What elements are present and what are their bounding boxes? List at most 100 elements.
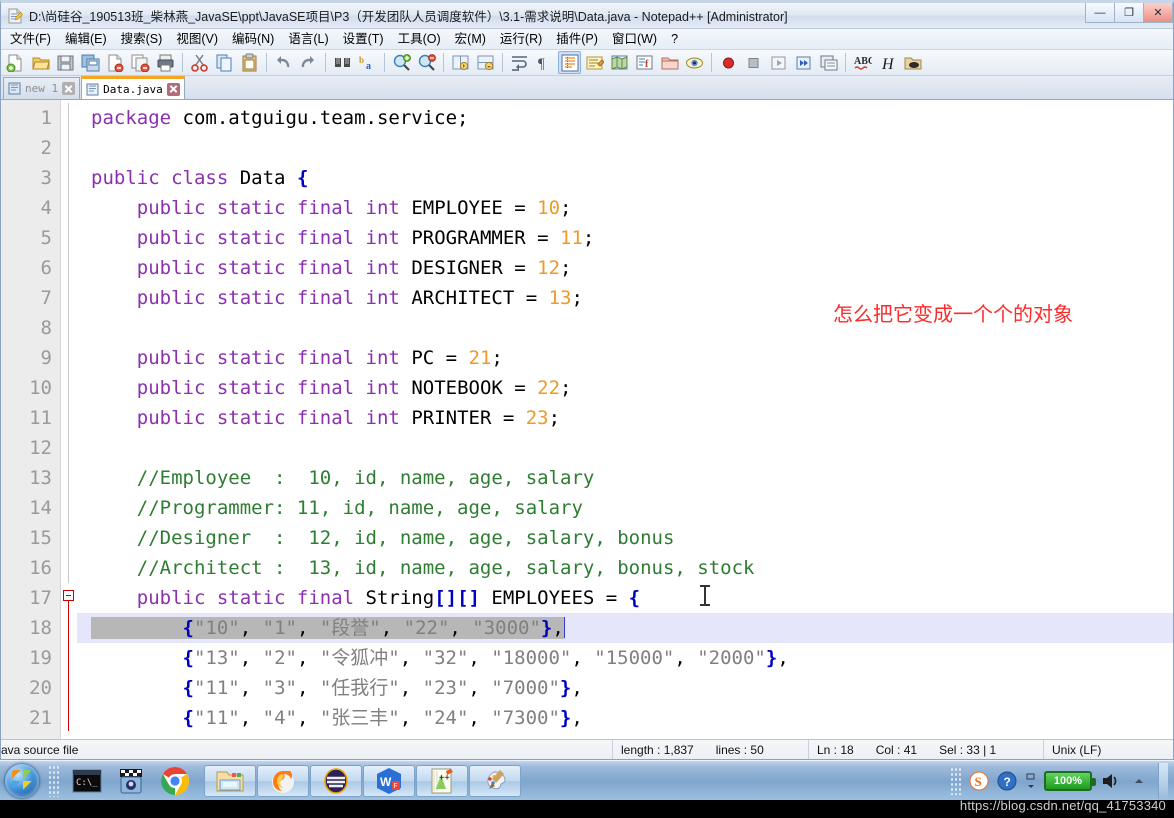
- tab-close-icon[interactable]: [62, 82, 76, 95]
- taskbar-item-file-explorer[interactable]: [204, 764, 256, 797]
- code-line[interactable]: {"11", "3", "任我行", "23", "7000"},: [77, 673, 1173, 703]
- taskbar-item-eclipse[interactable]: [310, 764, 362, 797]
- code-line[interactable]: public static final int ARCHITECT = 13;: [77, 283, 1173, 313]
- code-line[interactable]: public static final int PRINTER = 23;: [77, 403, 1173, 433]
- spell-check-icon[interactable]: ABC: [851, 51, 874, 74]
- tab-close-icon[interactable]: [166, 82, 180, 96]
- menu-edit[interactable]: 编辑(E): [58, 30, 114, 49]
- expand-tray-icon[interactable]: [1024, 765, 1038, 797]
- code-line[interactable]: [77, 133, 1173, 163]
- tray-grip[interactable]: [950, 766, 962, 795]
- run-icon[interactable]: [901, 51, 924, 74]
- print-icon[interactable]: [154, 51, 177, 74]
- sync-vertical-icon[interactable]: [449, 51, 472, 74]
- maximize-button[interactable]: ❐: [1114, 3, 1144, 23]
- user-language-icon[interactable]: [583, 51, 606, 74]
- sync-horizontal-icon[interactable]: [474, 51, 497, 74]
- code-content[interactable]: 怎么把它变成一个个的对象 package com.atguigu.team.se…: [77, 100, 1173, 739]
- undo-icon[interactable]: [272, 51, 295, 74]
- show-all-chars-icon[interactable]: ¶: [533, 51, 556, 74]
- battery-icon[interactable]: 100%: [1044, 770, 1096, 791]
- doc-map-icon[interactable]: [608, 51, 631, 74]
- sogou-ime-icon[interactable]: S: [968, 765, 990, 797]
- taskbar-item-notepad-plus-plus[interactable]: ++: [416, 764, 468, 797]
- copy-icon[interactable]: [213, 51, 236, 74]
- command-prompt-icon[interactable]: C:\_: [70, 765, 104, 797]
- open-folder-icon[interactable]: [29, 51, 52, 74]
- menu-tools[interactable]: 工具(O): [391, 30, 448, 49]
- hex-editor-icon[interactable]: H: [876, 51, 899, 74]
- fold-margin[interactable]: [61, 100, 77, 739]
- zoom-out-icon[interactable]: [415, 51, 438, 74]
- save-all-icon[interactable]: [79, 51, 102, 74]
- taskbar-item-paint[interactable]: [469, 764, 521, 797]
- code-line[interactable]: [77, 313, 1173, 343]
- menu-language[interactable]: 语言(L): [281, 30, 335, 49]
- taskbar-item-wps-office[interactable]: W F: [363, 764, 415, 797]
- media-player-icon[interactable]: [114, 765, 148, 797]
- toolbar-separator: [845, 53, 846, 72]
- editor-area[interactable]: 1 2 3 4 5 6 7 8 9 10 11 12 13 14 15 16 17 18 19 20 21 怎么把它变成…: [1, 100, 1173, 739]
- code-line[interactable]: {"10", "1", "段誉", "22", "3000"},: [77, 613, 1173, 643]
- speaker-icon[interactable]: [1098, 765, 1124, 797]
- code-line[interactable]: [77, 433, 1173, 463]
- tab-data-java[interactable]: Data.java: [81, 76, 185, 99]
- replace-icon[interactable]: ba: [356, 51, 379, 74]
- find-icon[interactable]: [331, 51, 354, 74]
- code-line[interactable]: public static final int DESIGNER = 12;: [77, 253, 1173, 283]
- indent-guide-icon[interactable]: [558, 51, 581, 74]
- paste-icon[interactable]: [238, 51, 261, 74]
- menu-view[interactable]: 视图(V): [169, 30, 225, 49]
- close-button[interactable]: ✕: [1143, 3, 1173, 23]
- fast-playback-icon[interactable]: [792, 51, 815, 74]
- code-line[interactable]: //Designer : 12, id, name, age, salary, …: [77, 523, 1173, 553]
- code-line[interactable]: {"11", "4", "张三丰", "24", "7300"},: [77, 703, 1173, 733]
- code-line[interactable]: //Architect : 13, id, name, age, salary,…: [77, 553, 1173, 583]
- new-file-icon[interactable]: [4, 51, 27, 74]
- folder-workspace-icon[interactable]: [658, 51, 681, 74]
- play-macro-icon[interactable]: [767, 51, 790, 74]
- code-line[interactable]: //Employee : 10, id, name, age, salary: [77, 463, 1173, 493]
- show-desktop-button[interactable]: [1158, 762, 1168, 799]
- cut-icon[interactable]: [188, 51, 211, 74]
- start-button[interactable]: [0, 762, 44, 800]
- taskbar-item-firefox[interactable]: [257, 764, 309, 797]
- code-line[interactable]: public static final int PROGRAMMER = 11;: [77, 223, 1173, 253]
- show-hidden-icons-icon[interactable]: [1130, 765, 1148, 797]
- menu-settings[interactable]: 设置(T): [336, 30, 391, 49]
- save-icon[interactable]: [54, 51, 77, 74]
- code-line[interactable]: public static final int NOTEBOOK = 22;: [77, 373, 1173, 403]
- record-macro-icon[interactable]: [717, 51, 740, 74]
- function-list-icon[interactable]: f: [633, 51, 656, 74]
- menu-run[interactable]: 运行(R): [493, 30, 549, 49]
- monitor-icon[interactable]: [683, 51, 706, 74]
- menu-search[interactable]: 搜索(S): [114, 30, 170, 49]
- tab-new-1[interactable]: new 1: [3, 77, 81, 99]
- menu-file[interactable]: 文件(F): [3, 30, 58, 49]
- word-wrap-icon[interactable]: [508, 51, 531, 74]
- menu-plugins[interactable]: 插件(P): [549, 30, 605, 49]
- code-token: "张三丰": [319, 707, 400, 729]
- menu-macro[interactable]: 宏(M): [448, 30, 493, 49]
- redo-icon[interactable]: [297, 51, 320, 74]
- close-file-icon[interactable]: [104, 51, 127, 74]
- code-line[interactable]: public static final String[][] EMPLOYEES…: [77, 583, 1173, 613]
- menu-help[interactable]: ?: [664, 30, 685, 49]
- stop-macro-icon[interactable]: [742, 51, 765, 74]
- minimize-button[interactable]: —: [1085, 3, 1115, 23]
- code-line[interactable]: public static final int PC = 21;: [77, 343, 1173, 373]
- save-macro-icon[interactable]: [817, 51, 840, 74]
- code-line[interactable]: public class Data {: [77, 163, 1173, 193]
- code-line[interactable]: //Programmer: 11, id, name, age, salary: [77, 493, 1173, 523]
- menu-encoding[interactable]: 编码(N): [225, 30, 281, 49]
- code-line[interactable]: public static final int EMPLOYEE = 10;: [77, 193, 1173, 223]
- menu-window[interactable]: 窗口(W): [605, 30, 664, 49]
- code-line[interactable]: {"13", "2", "令狐冲", "32", "18000", "15000…: [77, 643, 1173, 673]
- help-icon[interactable]: ?: [996, 765, 1018, 797]
- code-line[interactable]: package com.atguigu.team.service;: [77, 103, 1173, 133]
- fold-collapse-box[interactable]: [63, 590, 74, 601]
- zoom-in-icon[interactable]: [390, 51, 413, 74]
- close-all-icon[interactable]: [129, 51, 152, 74]
- chrome-icon[interactable]: [158, 765, 192, 797]
- toolbar-grip[interactable]: [48, 764, 60, 797]
